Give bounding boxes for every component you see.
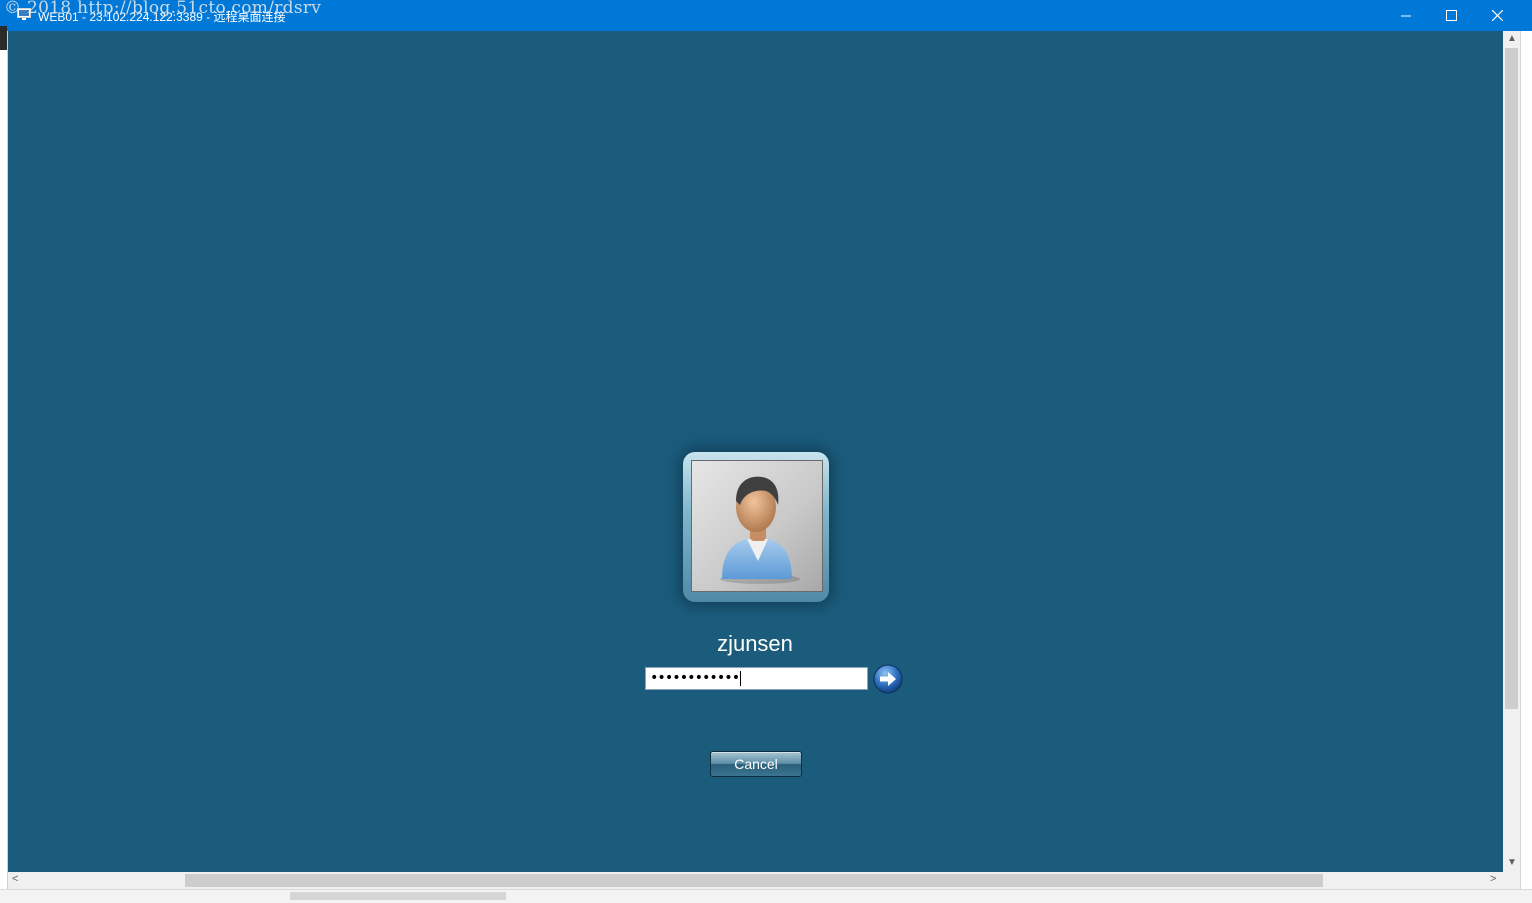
arrow-right-icon	[873, 664, 903, 694]
title-bar[interactable]: WEB01 - 23.102.224.122:3389 - 远程桌面连接 © 2…	[0, 0, 1532, 31]
scroll-left-icon[interactable]: <	[12, 873, 18, 885]
user-picture	[691, 460, 823, 592]
text-caret	[740, 670, 742, 686]
user-avatar-icon	[720, 476, 800, 584]
remote-desktop-window: WEB01 - 23.102.224.122:3389 - 远程桌面连接 © 2…	[0, 0, 1532, 903]
horizontal-scroll-thumb[interactable]	[185, 874, 1323, 887]
host-desktop-right-edge	[1520, 31, 1532, 902]
user-name-label: zjunsen	[717, 631, 793, 656]
maximize-button[interactable]	[1428, 0, 1474, 31]
user-tile	[683, 452, 829, 602]
vertical-scroll-thumb[interactable]	[1505, 48, 1518, 709]
password-mask: ••••••••••••	[650, 670, 740, 686]
remote-session-screen[interactable]: zjunsen •••••••••••• Cancel	[8, 31, 1503, 872]
host-desktop-edge	[0, 31, 8, 891]
minimize-button[interactable]	[1383, 0, 1429, 31]
close-button[interactable]	[1474, 0, 1520, 31]
scroll-up-icon[interactable]: ▲	[1507, 33, 1517, 44]
password-input[interactable]: ••••••••••••	[645, 667, 868, 690]
cancel-button[interactable]: Cancel	[710, 751, 802, 777]
minimize-icon	[1401, 15, 1411, 16]
vertical-scrollbar[interactable]: ▲ ▼	[1503, 31, 1520, 872]
window-title: WEB01 - 23.102.224.122:3389 - 远程桌面连接	[38, 10, 286, 24]
scroll-right-icon[interactable]: >	[1490, 873, 1496, 885]
close-icon	[1491, 10, 1503, 21]
host-desktop-edge-dark	[0, 26, 7, 50]
submit-button[interactable]	[873, 664, 903, 694]
maximize-icon	[1445, 10, 1457, 21]
remote-desktop-app-icon[interactable]	[17, 8, 31, 21]
horizontal-scrollbar[interactable]: < >	[8, 872, 1503, 889]
host-taskbar-edge	[0, 889, 1532, 903]
scroll-down-icon[interactable]: ▼	[1507, 857, 1517, 868]
host-scroll-thumb	[290, 892, 506, 900]
